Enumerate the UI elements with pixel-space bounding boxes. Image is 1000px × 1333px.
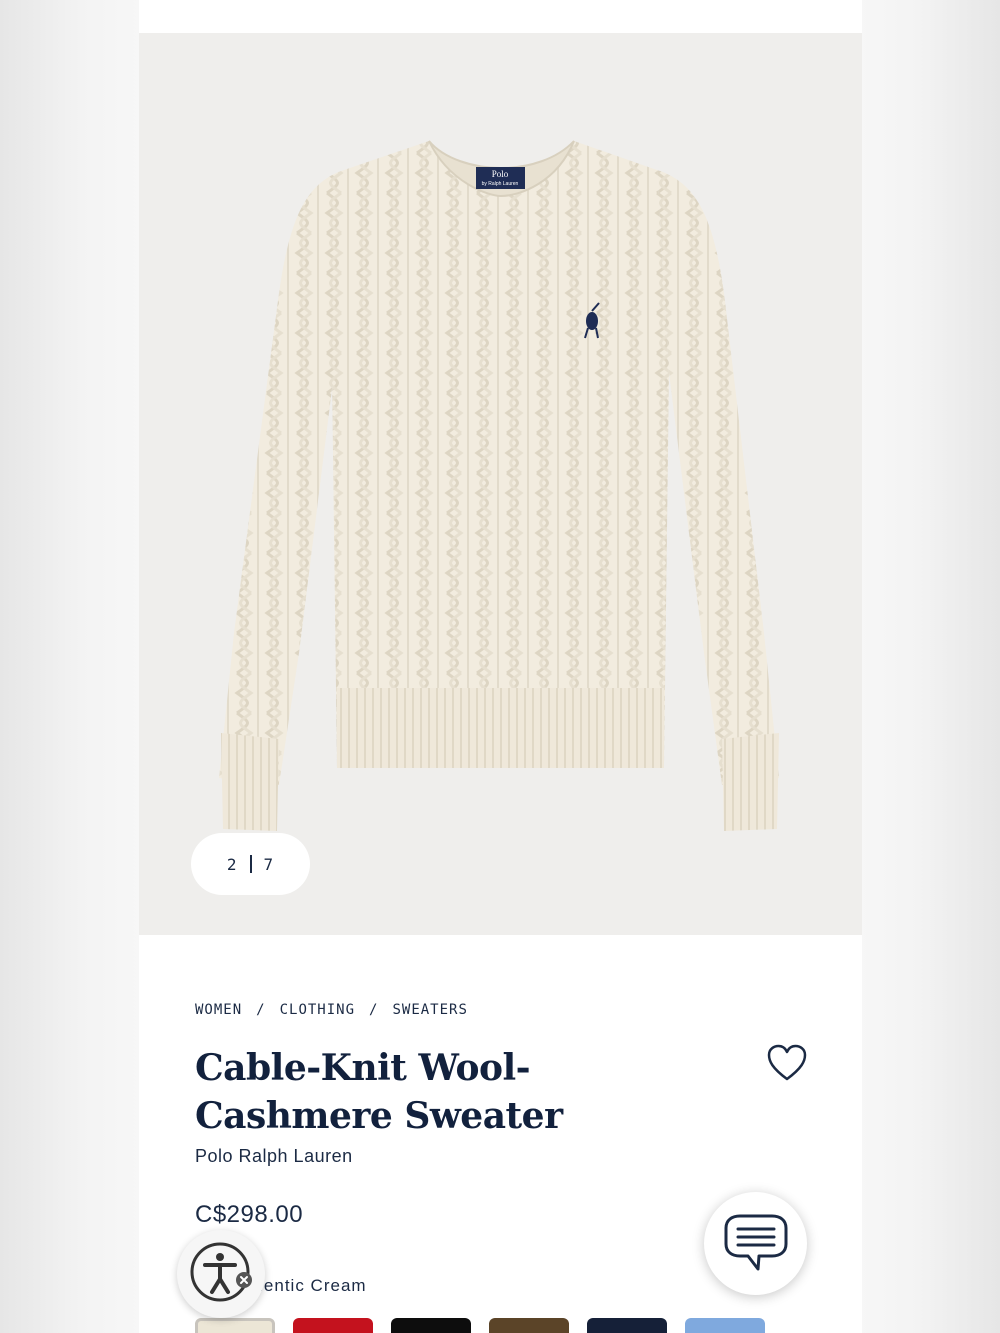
product-brand: Polo Ralph Lauren [195, 1146, 353, 1166]
breadcrumb: WOMEN / CLOTHING / SWEATERS [195, 1002, 468, 1018]
swatch-brown[interactable] [489, 1318, 569, 1333]
accessibility-button[interactable] [177, 1230, 265, 1318]
sweater-image: Polo by Ralph Lauren [219, 140, 779, 831]
swatch-navy[interactable] [587, 1318, 667, 1333]
garment-label-subtext: by Ralph Lauren [482, 181, 519, 187]
gallery-total-count: 7 [263, 854, 275, 874]
breadcrumb-sweaters[interactable]: SWEATERS [392, 1002, 467, 1018]
breadcrumb-clothing[interactable]: CLOTHING [280, 1002, 355, 1018]
chat-bubble-icon [724, 1214, 788, 1271]
breadcrumb-separator: / [256, 1002, 266, 1018]
product-title: Cable-Knit Wool-Cashmere Sweater [195, 1047, 563, 1137]
gallery-pager: 2 7 [191, 833, 310, 895]
gallery-current-index: 2 [226, 854, 238, 874]
swatch-light-blue[interactable] [685, 1318, 765, 1333]
product-image-gallery[interactable]: Polo by Ralph Lauren 2 7 [139, 33, 862, 935]
garment-label-text: Polo [492, 169, 509, 179]
top-bar [139, 0, 862, 33]
swatch-authentic-cream[interactable] [195, 1318, 275, 1333]
breadcrumb-women[interactable]: WOMEN [195, 1002, 242, 1018]
chat-button[interactable] [704, 1192, 807, 1295]
heart-icon[interactable] [766, 1043, 808, 1083]
color-swatches [195, 1318, 765, 1333]
swatch-red[interactable] [293, 1318, 373, 1333]
product-price: C$298.00 [195, 1201, 304, 1228]
product-page: Polo by Ralph Lauren 2 7 WOMEN / CLOTHIN… [139, 0, 862, 1333]
swatch-black[interactable] [391, 1318, 471, 1333]
breadcrumb-separator: / [369, 1002, 379, 1018]
accessibility-icon [190, 1242, 252, 1302]
pager-divider [249, 855, 252, 873]
